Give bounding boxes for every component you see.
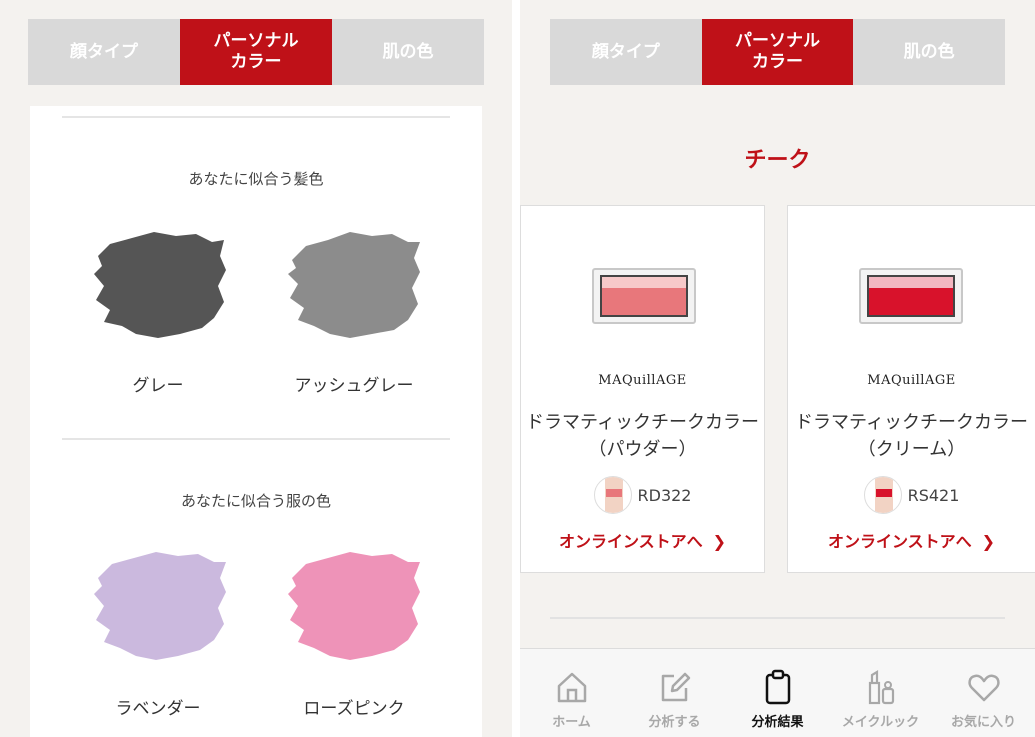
nav-makeup-look[interactable]: メイクルック [829, 649, 932, 737]
nav-label: 分析結果 [751, 715, 804, 730]
panel-divider [512, 0, 520, 737]
product-name: ドラマティックチークカラー （クリーム） [795, 412, 1035, 460]
left-screen: 顔タイプ パーソナル カラー 肌の色 あなたに似合う髪色 グレー アッシュグレー… [0, 0, 512, 737]
product-name: ドラマティックチークカラー （パウダー） [526, 412, 777, 460]
clothes-swatch-rose-pink [288, 552, 420, 660]
tab-face-type[interactable]: 顔タイプ [28, 19, 180, 85]
shade-row: RS421 [788, 476, 1035, 514]
tab-personal-color[interactable]: パーソナル カラー [701, 19, 854, 85]
product-card[interactable]: MAQuillAGE ドラマティックチークカラー （クリーム） RS421 オン… [787, 205, 1035, 573]
chevron-right-icon: ❯ [712, 532, 727, 551]
nav-favorites[interactable]: お気に入り [932, 649, 1035, 737]
clothes-swatch-lavender [94, 552, 226, 660]
divider-line [62, 116, 450, 118]
shade-code: RD322 [637, 485, 692, 505]
chevron-right-icon: ❯ [981, 532, 996, 551]
heart-icon [967, 674, 1000, 702]
shade-model-thumbnail [593, 476, 632, 514]
category-title: チーク [744, 148, 811, 173]
hair-label-ash-gray: アッシュグレー [294, 376, 414, 396]
right-screen: 顔タイプ パーソナル カラー 肌の色 チーク MAQuillAGE ドラマティッ… [520, 0, 1035, 737]
tab-personal-color[interactable]: パーソナル カラー [180, 19, 332, 85]
brand-logo: MAQuillAGE [598, 373, 687, 388]
tab-face-type[interactable]: 顔タイプ [550, 19, 702, 85]
personal-color-card: あなたに似合う髪色 グレー アッシュグレー あなたに似合う服の色 ラベンダー ロ… [30, 106, 482, 737]
bottom-navigation: ホーム 分析する 分析結果 メイクルック お気に入り [520, 648, 1035, 737]
divider-line [550, 617, 1005, 619]
product-image [859, 268, 963, 324]
clothes-color-title: あなたに似合う服の色 [180, 492, 331, 510]
tab-bar: 顔タイプ パーソナル カラー 肌の色 [28, 19, 484, 85]
nav-analyze[interactable]: 分析する [623, 649, 726, 737]
nav-label: ホーム [552, 715, 591, 730]
hair-color-title: あなたに似合う髪色 [188, 170, 324, 188]
product-card[interactable]: MAQuillAGE ドラマティックチークカラー （パウダー） RD322 オン… [520, 205, 777, 573]
nav-label: お気に入り [950, 715, 1016, 730]
online-store-label: オンラインストアへ [558, 532, 703, 551]
hair-swatch-ash-gray [288, 232, 420, 338]
edit-icon [661, 672, 690, 702]
shade-model-thumbnail [863, 476, 902, 514]
brand-logo: MAQuillAGE [867, 373, 956, 388]
divider-line [62, 438, 450, 440]
nav-home[interactable]: ホーム [520, 649, 623, 737]
shade-row: RD322 [521, 476, 764, 514]
tab-bar: 顔タイプ パーソナル カラー 肌の色 [550, 19, 1006, 85]
hair-label-gray: グレー [132, 376, 184, 396]
product-image [592, 268, 696, 324]
hair-swatch-gray [94, 232, 226, 338]
online-store-label: オンラインストアへ [827, 532, 972, 551]
clothes-label-lavender: ラベンダー [115, 699, 201, 719]
home-icon [557, 672, 586, 703]
clothes-label-rose-pink: ローズピンク [303, 699, 405, 719]
shade-code: RS421 [907, 485, 960, 505]
makeup-icon [868, 670, 894, 705]
online-store-link[interactable]: オンラインストアへ ❯ [788, 528, 1035, 552]
tab-skin-color[interactable]: 肌の色 [853, 19, 1006, 85]
nav-label: メイクルック [841, 715, 920, 730]
nav-results[interactable]: 分析結果 [726, 649, 829, 737]
online-store-link[interactable]: オンラインストアへ ❯ [521, 528, 764, 552]
tab-skin-color[interactable]: 肌の色 [332, 19, 484, 85]
nav-label: 分析する [648, 715, 701, 730]
clipboard-icon [765, 669, 790, 705]
